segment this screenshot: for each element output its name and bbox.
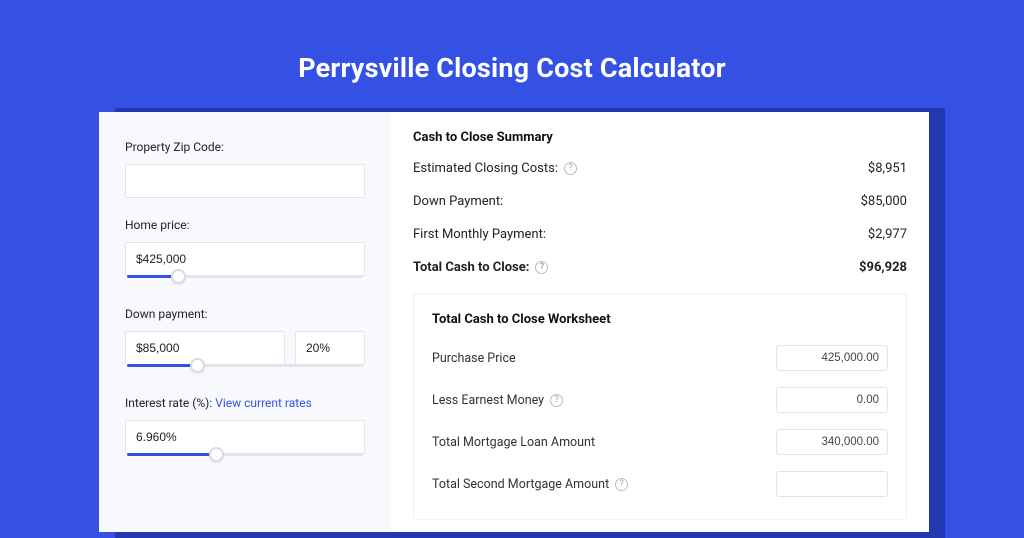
interest-rate-input[interactable] — [125, 420, 365, 454]
home-price-slider[interactable] — [125, 275, 365, 287]
worksheet-label: Less Earnest Money — [432, 393, 544, 408]
home-price-input[interactable] — [125, 242, 365, 276]
help-icon[interactable]: ? — [550, 394, 563, 407]
worksheet-input[interactable] — [776, 471, 888, 497]
worksheet-label: Total Mortgage Loan Amount — [432, 435, 595, 450]
slider-fill — [127, 364, 199, 367]
interest-rate-label: Interest rate (%): View current rates — [125, 396, 365, 410]
summary-label: Total Cash to Close: — [413, 260, 529, 275]
worksheet-row-second-mortgage: Total Second Mortgage Amount ? — [432, 471, 888, 497]
worksheet-label: Total Second Mortgage Amount — [432, 477, 609, 492]
summary-row-closing-costs: Estimated Closing Costs: ? $8,951 — [413, 161, 907, 176]
summary-heading: Cash to Close Summary — [413, 130, 907, 145]
slider-fill — [127, 453, 218, 456]
interest-rate-slider[interactable] — [125, 453, 365, 465]
help-icon[interactable]: ? — [535, 261, 548, 274]
page-title: Perrysville Closing Cost Calculator — [0, 0, 1024, 84]
down-payment-label: Down payment: — [125, 307, 365, 321]
summary-label: Down Payment: — [413, 194, 503, 209]
summary-label: First Monthly Payment: — [413, 227, 546, 242]
worksheet-input[interactable] — [776, 429, 888, 455]
results-panel: Cash to Close Summary Estimated Closing … — [391, 112, 929, 532]
interest-rate-field: Interest rate (%): View current rates — [125, 396, 365, 465]
zip-label: Property Zip Code: — [125, 140, 365, 154]
inputs-panel: Property Zip Code: Home price: Down paym… — [99, 112, 391, 532]
slider-thumb[interactable] — [171, 269, 186, 284]
worksheet-row-earnest-money: Less Earnest Money ? — [432, 387, 888, 413]
summary-row-total-cash: Total Cash to Close: ? $96,928 — [413, 260, 907, 275]
worksheet-heading: Total Cash to Close Worksheet — [432, 312, 888, 327]
down-payment-field: Down payment: — [125, 307, 365, 376]
summary-label: Estimated Closing Costs: — [413, 161, 558, 176]
interest-label-text: Interest rate (%): — [125, 396, 212, 410]
slider-thumb[interactable] — [190, 358, 205, 373]
home-price-field: Home price: — [125, 218, 365, 287]
worksheet-row-purchase-price: Purchase Price — [432, 345, 888, 371]
worksheet-input[interactable] — [776, 345, 888, 371]
summary-value: $8,951 — [868, 161, 907, 176]
summary-value: $96,928 — [859, 260, 907, 275]
slider-thumb[interactable] — [209, 447, 224, 462]
zip-input[interactable] — [125, 164, 365, 198]
summary-value: $85,000 — [861, 194, 907, 209]
help-icon[interactable]: ? — [564, 162, 577, 175]
zip-field: Property Zip Code: — [125, 140, 365, 198]
down-payment-slider[interactable] — [125, 364, 365, 376]
home-price-label: Home price: — [125, 218, 365, 232]
worksheet-input[interactable] — [776, 387, 888, 413]
summary-row-first-payment: First Monthly Payment: $2,977 — [413, 227, 907, 242]
worksheet-row-mortgage-amount: Total Mortgage Loan Amount — [432, 429, 888, 455]
down-payment-input[interactable] — [125, 331, 285, 365]
view-rates-link[interactable]: View current rates — [215, 396, 312, 410]
worksheet-panel: Total Cash to Close Worksheet Purchase P… — [413, 293, 907, 520]
down-payment-pct-input[interactable] — [295, 331, 365, 365]
calculator-card: Property Zip Code: Home price: Down paym… — [99, 112, 929, 532]
worksheet-label: Purchase Price — [432, 351, 516, 366]
summary-value: $2,977 — [868, 227, 907, 242]
help-icon[interactable]: ? — [615, 478, 628, 491]
summary-row-down-payment: Down Payment: $85,000 — [413, 194, 907, 209]
